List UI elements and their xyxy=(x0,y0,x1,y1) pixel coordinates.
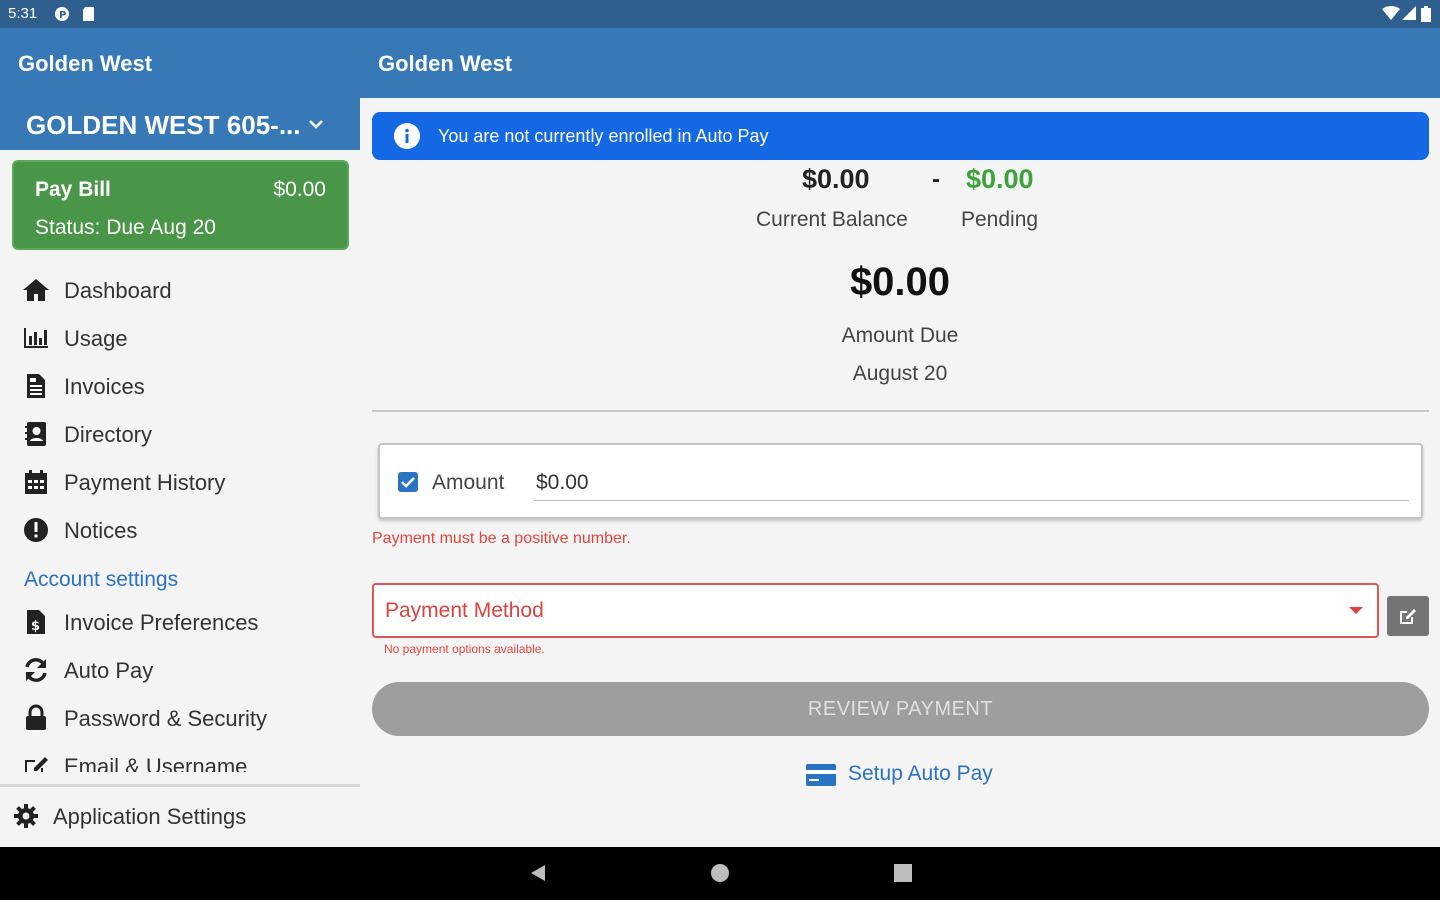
sidebar-item-invoices[interactable]: Invoices xyxy=(0,364,360,408)
sidebar-item-label: Invoice Preferences xyxy=(64,610,259,635)
sidebar-item-label: Email & Username xyxy=(64,754,248,772)
account-selector[interactable]: GOLDEN WEST 605-... xyxy=(0,98,360,150)
battery-icon xyxy=(1421,6,1431,22)
amount-error: Payment must be a positive number. xyxy=(372,530,631,547)
sidebar-item-email-username[interactable]: Email & Username xyxy=(0,744,360,772)
contact-book-icon xyxy=(25,422,46,446)
sidebar-item-label: Password & Security xyxy=(64,706,267,731)
edit-icon xyxy=(1400,609,1416,624)
page-title: Golden West xyxy=(378,51,513,76)
sidebar-item-dashboard[interactable]: Dashboard xyxy=(0,268,360,312)
drawer-title: Golden West xyxy=(18,51,153,76)
account-name: GOLDEN WEST 605-... xyxy=(26,110,301,140)
home-icon xyxy=(23,279,49,301)
amount-input[interactable]: $0.00 xyxy=(534,467,1409,501)
sidebar-item-label: Auto Pay xyxy=(64,658,154,683)
pay-bill-amount: $0.00 xyxy=(273,178,326,201)
pay-bill-card[interactable]: Pay Bill $0.00 Status: Due Aug 20 xyxy=(12,160,349,250)
payment-method-select[interactable]: Payment Method xyxy=(372,583,1379,638)
chevron-down-icon xyxy=(309,120,323,129)
autopay-banner: You are not currently enrolled in Auto P… xyxy=(372,112,1429,160)
gear-icon xyxy=(14,804,38,828)
system-navigation-bar xyxy=(0,847,1440,900)
sidebar-item-auto-pay[interactable]: Auto Pay xyxy=(0,648,360,692)
edit-payment-method-button[interactable] xyxy=(1387,596,1429,636)
status-time: 5:31 xyxy=(8,5,38,22)
sd-card-icon xyxy=(83,7,94,21)
amount-input-value: $0.00 xyxy=(536,471,589,494)
sidebar-item-label: Dashboard xyxy=(64,278,172,303)
navigation-drawer: GOLDEN WEST 605-... Pay Bill $0.00 Statu… xyxy=(0,98,360,847)
amount-due-value: $0.00 xyxy=(849,260,951,304)
sidebar-item-label: Notices xyxy=(64,518,138,543)
setup-auto-pay-label: Setup Auto Pay xyxy=(848,762,993,785)
app-settings-label: Application Settings xyxy=(53,804,247,829)
info-icon xyxy=(394,123,420,149)
section-divider xyxy=(372,410,1429,412)
payment-method-label: Payment Method xyxy=(385,599,544,622)
bar-chart-icon xyxy=(24,328,48,348)
current-balance-label: Current Balance xyxy=(756,208,908,231)
file-dollar-icon: $ xyxy=(27,610,45,634)
pending-amount: $0.00 xyxy=(966,164,1034,194)
pending-label: Pending xyxy=(961,208,1039,231)
amount-label: Amount xyxy=(432,471,505,494)
dropdown-arrow-icon xyxy=(1349,607,1363,614)
app-bar: Golden West Golden West xyxy=(0,28,1440,98)
amount-checkbox[interactable] xyxy=(398,472,418,492)
sidebar-item-payment-history[interactable]: Payment History xyxy=(0,460,360,504)
status-bar: 5:31 P xyxy=(0,0,1440,28)
sidebar-item-label: Usage xyxy=(64,326,128,351)
sidebar-item-label: Invoices xyxy=(64,374,145,399)
pay-bill-title: Pay Bill xyxy=(35,178,111,201)
payment-method-hint: No payment options available. xyxy=(384,642,545,656)
banner-text: You are not currently enrolled in Auto P… xyxy=(438,126,769,146)
pay-bill-status: Status: Due Aug 20 xyxy=(35,216,216,239)
review-payment-button[interactable]: REVIEW PAYMENT xyxy=(372,682,1429,736)
svg-text:$: $ xyxy=(31,619,40,634)
sidebar-item-usage[interactable]: Usage xyxy=(0,316,360,360)
wifi-icon xyxy=(1382,6,1400,20)
pay-bill-panel: You are not currently enrolled in Auto P… xyxy=(360,98,1440,847)
lock-icon xyxy=(26,704,46,730)
credit-card-icon xyxy=(806,764,836,786)
sidebar-item-label: Directory xyxy=(64,422,153,447)
current-balance-amount: $0.00 xyxy=(802,164,870,194)
home-button-icon[interactable] xyxy=(710,863,730,883)
invoice-icon xyxy=(27,374,45,398)
sidebar-item-notices[interactable]: Notices xyxy=(0,508,360,552)
signal-icon xyxy=(1402,6,1416,20)
sidebar-item-directory[interactable]: Directory xyxy=(0,412,360,456)
privacy-icon: P xyxy=(55,7,69,21)
sidebar-item-invoice-preferences[interactable]: $ Invoice Preferences xyxy=(0,600,360,644)
amount-card: Amount $0.00 xyxy=(378,443,1423,519)
review-payment-label: REVIEW PAYMENT xyxy=(807,698,994,720)
sidebar-menu[interactable]: Dashboard Usage Invoices Directory Payme… xyxy=(0,268,360,772)
edit-icon xyxy=(25,757,48,772)
section-header-account-settings: Account settings xyxy=(24,568,179,591)
sidebar-item-password-security[interactable]: Password & Security xyxy=(0,696,360,740)
exclamation-circle-icon xyxy=(24,518,48,542)
recents-icon[interactable] xyxy=(893,863,913,883)
amount-due-label: Amount Due xyxy=(841,324,959,347)
sidebar-item-label: Payment History xyxy=(64,470,226,495)
balance-separator: - xyxy=(932,166,940,193)
check-icon xyxy=(401,477,415,488)
svg-text:P: P xyxy=(59,10,66,21)
back-icon[interactable] xyxy=(528,863,548,883)
due-date: August 20 xyxy=(852,362,948,385)
setup-auto-pay-link[interactable]: Setup Auto Pay xyxy=(806,758,1026,794)
sidebar-item-application-settings[interactable]: Application Settings xyxy=(0,794,360,838)
sidebar-divider xyxy=(0,784,360,787)
sync-icon xyxy=(25,658,47,682)
calendar-icon xyxy=(25,470,47,494)
